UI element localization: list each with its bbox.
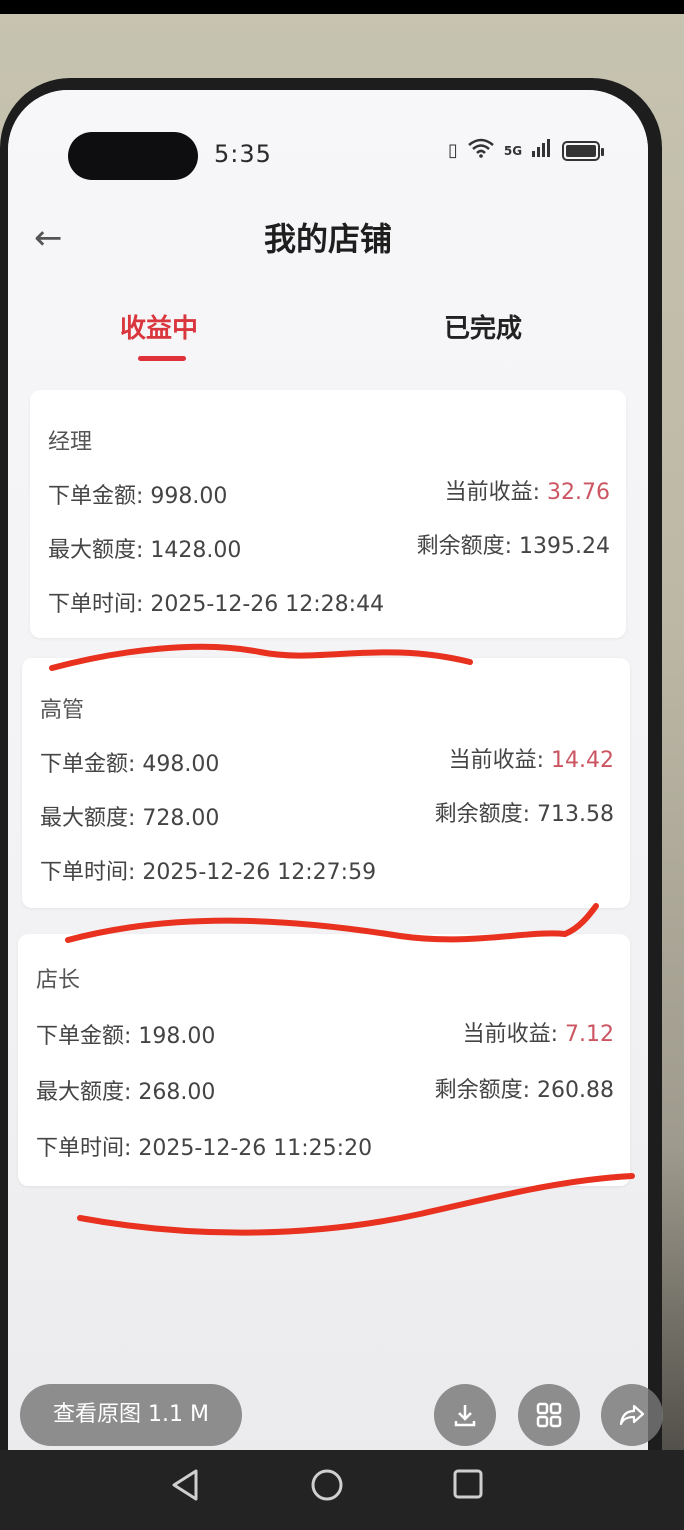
triangle-back-icon bbox=[172, 1469, 198, 1501]
order-time: 下单时间: 2025-12-26 11:25:20 bbox=[36, 1136, 373, 1161]
current-earnings: 当前收益: 7.12 bbox=[462, 1022, 614, 1047]
order-card[interactable]: 店长 下单金额: 198.00 当前收益: 7.12 最大额度: 268.00 … bbox=[18, 934, 630, 1186]
nav-home-button[interactable] bbox=[310, 1468, 344, 1511]
view-original-button[interactable]: 查看原图 1.1 M bbox=[20, 1384, 242, 1446]
system-nav-bar bbox=[0, 1450, 684, 1530]
tab-active-indicator bbox=[138, 356, 186, 361]
signal-5g-icon: 5G bbox=[503, 143, 523, 158]
download-icon bbox=[454, 1405, 476, 1427]
nav-back-button[interactable] bbox=[170, 1468, 200, 1511]
status-icons: ▯ 5G bbox=[448, 138, 605, 163]
current-earnings: 当前收益: 32.76 bbox=[444, 480, 610, 505]
download-button[interactable] bbox=[434, 1384, 496, 1446]
max-quota: 最大额度: 268.00 bbox=[36, 1080, 216, 1105]
order-amount: 下单金额: 498.00 bbox=[40, 752, 220, 777]
tab-earning[interactable]: 收益中 bbox=[120, 308, 198, 345]
page-title: 我的店铺 bbox=[263, 220, 392, 258]
order-time: 下单时间: 2025-12-26 12:27:59 bbox=[40, 860, 377, 885]
wifi-icon bbox=[468, 138, 494, 163]
order-amount: 下单金额: 998.00 bbox=[48, 484, 228, 509]
signal-bars-icon bbox=[532, 139, 552, 162]
remaining-quota: 剩余额度: 1395.24 bbox=[416, 534, 610, 559]
top-black-strip bbox=[0, 0, 684, 14]
order-time: 下单时间: 2025-12-26 12:28:44 bbox=[48, 592, 385, 617]
tab-completed[interactable]: 已完成 bbox=[444, 308, 522, 345]
order-card[interactable]: 经理 下单金额: 998.00 当前收益: 32.76 最大额度: 1428.0… bbox=[30, 390, 626, 638]
max-quota: 最大额度: 1428.00 bbox=[48, 538, 242, 563]
card-title: 高管 bbox=[40, 698, 85, 723]
share-button[interactable] bbox=[601, 1384, 663, 1446]
phone-screen: 5:35 ▯ 5G ← 我的店铺 收益中 已完成 经理 下单金额: 998.00… bbox=[8, 90, 648, 1530]
max-quota: 最大额度: 728.00 bbox=[40, 806, 220, 831]
card-title: 店长 bbox=[36, 968, 81, 993]
camera-cutout bbox=[68, 132, 198, 180]
battery-icon bbox=[562, 140, 605, 161]
remaining-quota: 剩余额度: 260.88 bbox=[434, 1078, 614, 1103]
share-icon bbox=[619, 1404, 645, 1426]
current-earnings: 当前收益: 14.42 bbox=[448, 748, 614, 773]
grid-button[interactable] bbox=[518, 1384, 580, 1446]
nav-recents-button[interactable] bbox=[452, 1468, 484, 1509]
card-title: 经理 bbox=[48, 430, 93, 455]
status-time: 5:35 bbox=[214, 140, 272, 168]
order-amount: 下单金额: 198.00 bbox=[36, 1024, 216, 1049]
order-card[interactable]: 高管 下单金额: 498.00 当前收益: 14.42 最大额度: 728.00… bbox=[22, 658, 630, 908]
vibrate-icon: ▯ bbox=[448, 140, 458, 161]
circle-home-icon bbox=[311, 1469, 343, 1501]
grid-icon bbox=[536, 1402, 562, 1428]
remaining-quota: 剩余额度: 713.58 bbox=[434, 802, 614, 827]
square-recents-icon bbox=[453, 1469, 483, 1499]
app-screen: 5:35 ▯ 5G ← 我的店铺 收益中 已完成 经理 下单金额: 998.00… bbox=[8, 90, 648, 1530]
